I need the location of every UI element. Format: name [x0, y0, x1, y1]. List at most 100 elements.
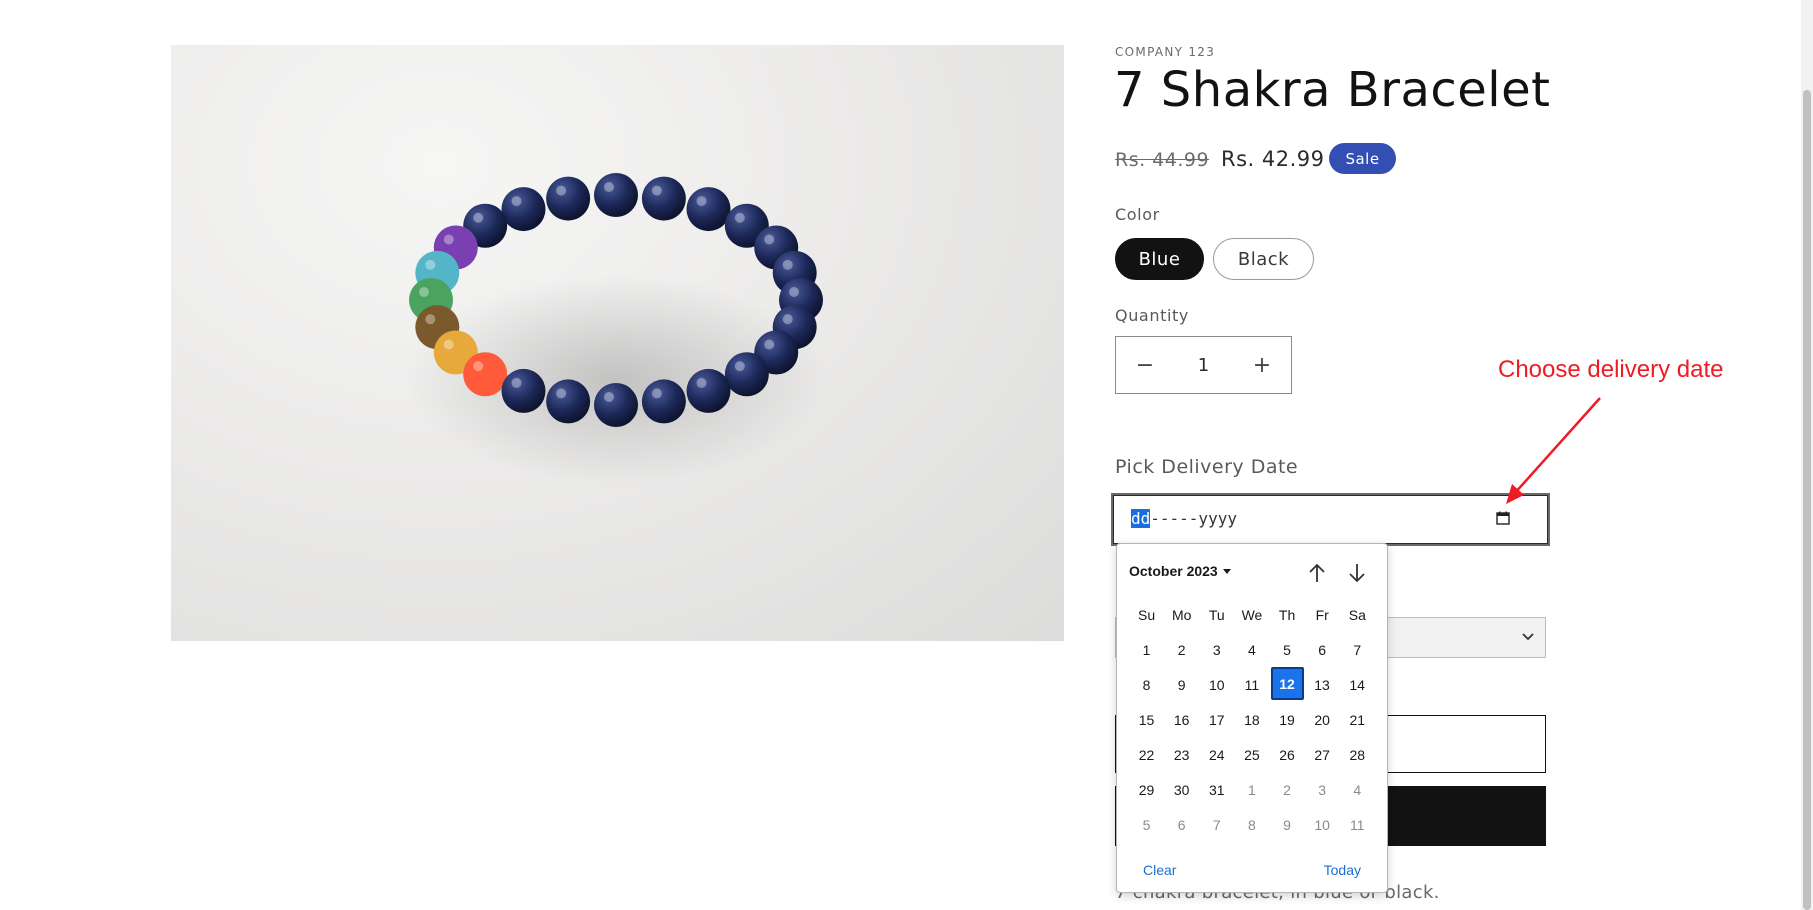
calendar-day[interactable]: 17	[1199, 702, 1234, 737]
calendar-day[interactable]: 27	[1305, 737, 1340, 772]
calendar-day[interactable]: 16	[1164, 702, 1199, 737]
weekday-label: Su	[1138, 607, 1156, 623]
calendar-day[interactable]: 5	[1270, 632, 1305, 667]
previous-month-arrow-up-icon[interactable]	[1305, 561, 1329, 585]
calendar-day[interactable]: 31	[1199, 772, 1234, 807]
bracelet-bead	[594, 383, 638, 427]
calendar-day[interactable]: 4	[1234, 632, 1269, 667]
calendar-day[interactable]: 14	[1340, 667, 1375, 702]
sale-badge: Sale	[1329, 143, 1396, 174]
bead-highlight	[425, 259, 436, 270]
today-button[interactable]: Today	[1324, 862, 1361, 878]
product-image[interactable]	[171, 45, 1064, 641]
calendar-day[interactable]: 7	[1340, 632, 1375, 667]
calendar-week: 8 9 10 11 12 13 14	[1129, 667, 1375, 702]
calendar-day-next-month[interactable]: 6	[1164, 807, 1199, 842]
decrease-quantity-button[interactable]: −	[1116, 337, 1174, 393]
delivery-date-input[interactable]: dd-----yyyy	[1111, 493, 1550, 546]
calendar-icon[interactable]	[1496, 511, 1510, 525]
weekday-label: Mo	[1171, 607, 1192, 623]
calendar-day[interactable]: 18	[1234, 702, 1269, 737]
calendar-day[interactable]: 24	[1199, 737, 1234, 772]
calendar-day-next-month[interactable]: 5	[1129, 807, 1164, 842]
bead-highlight	[651, 388, 662, 399]
calendar-day-next-month[interactable]: 10	[1305, 807, 1340, 842]
bead-highlight	[473, 361, 484, 372]
quantity-input[interactable]: 1	[1198, 355, 1209, 376]
calendar-day-next-month[interactable]: 9	[1270, 807, 1305, 842]
bead-highlight	[764, 339, 775, 350]
calendar-day[interactable]: 23	[1164, 737, 1199, 772]
bead-highlight	[734, 361, 745, 372]
calendar-grid: Su Mo Tu We Th Fr Sa 1 2 3 4 5 6 7 8 9 1…	[1129, 604, 1375, 842]
bead-highlight	[651, 185, 662, 196]
bead-highlight	[604, 392, 614, 402]
bead-highlight	[556, 185, 567, 196]
clear-button[interactable]: Clear	[1143, 862, 1176, 878]
calendar-day-next-month[interactable]: 1	[1234, 772, 1269, 807]
bead-highlight	[473, 212, 484, 223]
calendar-day-selected[interactable]: 12	[1270, 667, 1304, 700]
bracelet-bead	[501, 187, 546, 232]
calendar-day[interactable]: 1	[1129, 632, 1164, 667]
calendar-week: 1 2 3 4 5 6 7	[1129, 632, 1375, 667]
calendar-day-next-month[interactable]: 4	[1340, 772, 1375, 807]
weekday-header: Su Mo Tu We Th Fr Sa	[1129, 604, 1375, 626]
bead-highlight	[443, 234, 454, 245]
calendar-day-next-month[interactable]: 8	[1234, 807, 1269, 842]
bracelet-bead	[686, 368, 731, 413]
calendar-day[interactable]: 3	[1199, 632, 1234, 667]
calendar-day[interactable]: 25	[1234, 737, 1269, 772]
bracelet-bead	[463, 352, 508, 397]
scrollbar-thumb[interactable]	[1803, 90, 1811, 910]
bead-highlight	[696, 377, 707, 388]
bracelet-bead	[724, 352, 769, 397]
calendar-day[interactable]: 13	[1305, 667, 1340, 702]
month-year-label: October 2023	[1129, 563, 1218, 579]
calendar-day[interactable]: 29	[1129, 772, 1164, 807]
annotation-text: Choose delivery date	[1498, 356, 1724, 383]
regular-price: Rs. 44.99	[1115, 149, 1210, 171]
day-segment[interactable]: dd	[1131, 509, 1151, 528]
calendar-day-next-month[interactable]: 2	[1270, 772, 1305, 807]
next-month-arrow-down-icon[interactable]	[1345, 561, 1369, 585]
delivery-date-label: Pick Delivery Date	[1115, 456, 1299, 478]
vendor-label: COMPANY 123	[1115, 45, 1216, 59]
calendar-day[interactable]: 8	[1129, 667, 1164, 702]
bead-highlight	[782, 314, 793, 325]
calendar-day-next-month[interactable]: 7	[1199, 807, 1234, 842]
calendar-day-next-month[interactable]: 3	[1305, 772, 1340, 807]
calendar-day[interactable]: 21	[1340, 702, 1375, 737]
calendar-day[interactable]: 10	[1199, 667, 1234, 702]
calendar-day[interactable]: 15	[1129, 702, 1164, 737]
month-year-selector[interactable]: October 2023	[1129, 563, 1231, 579]
calendar-day[interactable]: 11	[1234, 667, 1269, 702]
calendar-day-next-month[interactable]: 11	[1340, 807, 1375, 842]
date-rest-segment[interactable]: -----yyyy	[1150, 509, 1237, 528]
calendar-day[interactable]: 6	[1305, 632, 1340, 667]
calendar-day[interactable]: 9	[1164, 667, 1199, 702]
calendar-day[interactable]: 22	[1129, 737, 1164, 772]
bead-highlight	[764, 234, 775, 245]
calendar-day[interactable]: 26	[1270, 737, 1305, 772]
increase-quantity-button[interactable]: +	[1233, 337, 1291, 393]
date-input-text: dd-----yyyy	[1131, 509, 1237, 528]
bead-highlight	[604, 182, 614, 192]
bracelet-bead	[501, 368, 546, 413]
bead-highlight	[511, 377, 522, 388]
color-label: Color	[1115, 205, 1160, 224]
calendar-day[interactable]: 2	[1164, 632, 1199, 667]
bracelet-bead	[641, 176, 686, 221]
calendar-day[interactable]: 30	[1164, 772, 1199, 807]
calendar-day[interactable]: 19	[1270, 702, 1305, 737]
bracelet-bead	[546, 379, 591, 424]
calendar-day[interactable]: 20	[1305, 702, 1340, 737]
color-option-black[interactable]: Black	[1213, 238, 1314, 280]
weekday-label: Tu	[1208, 607, 1225, 623]
color-option-blue[interactable]: Blue	[1115, 238, 1204, 280]
calendar-day[interactable]: 28	[1340, 737, 1375, 772]
calendar-week: 5 6 7 8 9 10 11	[1129, 807, 1375, 842]
quantity-label: Quantity	[1115, 306, 1189, 325]
quantity-stepper: − 1 +	[1115, 336, 1292, 394]
plus-icon: +	[1252, 352, 1272, 378]
